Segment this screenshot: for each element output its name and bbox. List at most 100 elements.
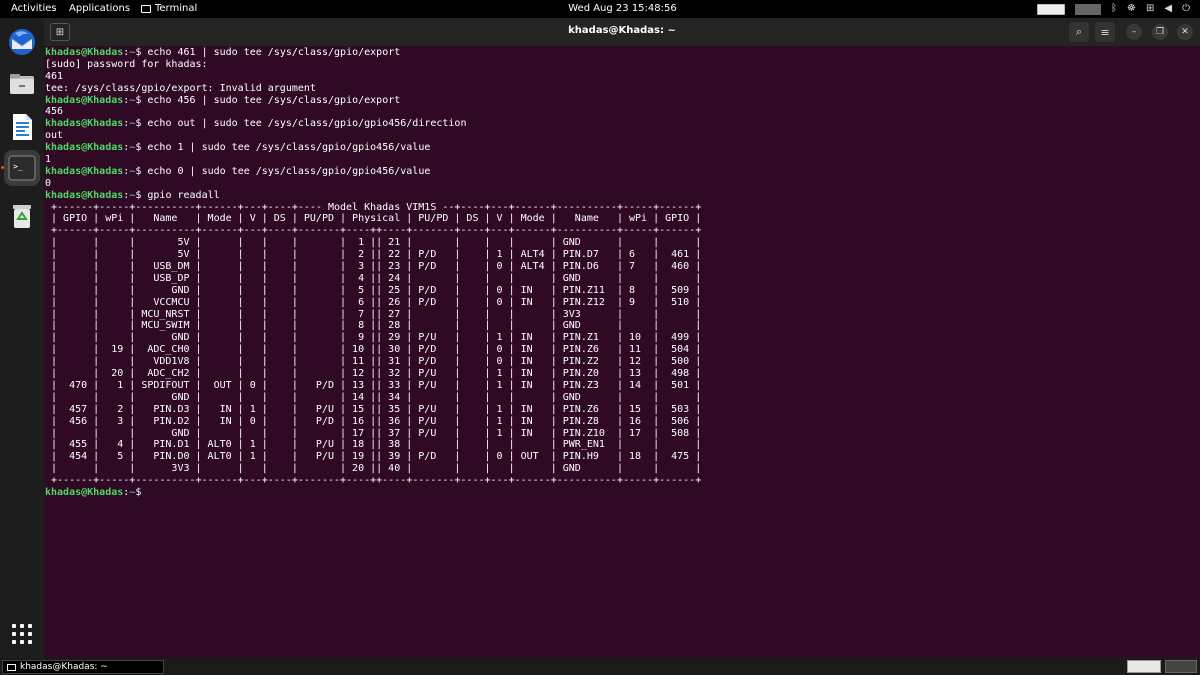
menu-icon: ≡: [1100, 25, 1110, 39]
workspace-2[interactable]: [1165, 660, 1197, 673]
running-indicator: [1, 166, 4, 169]
command-text: echo 456 | sudo tee /sys/class/gpio/expo…: [147, 94, 401, 106]
output-line: 0: [45, 177, 52, 189]
output-line: | | | GND | | | | | 14 || 34 | | | | | G…: [45, 391, 702, 403]
output-line: | 454 | 5 | PIN.D0 | ALT0 | 1 | | P/U | …: [45, 451, 702, 463]
output-line: | | | 3V3 | | | | | 20 || 40 | | | | | G…: [45, 463, 702, 475]
output-line: | | | MCU_NRST | | | | | 7 || 27 | | | |…: [45, 308, 702, 320]
terminal-app-icon: >_: [8, 155, 36, 181]
thunderbird-icon: [9, 29, 35, 55]
prompt-path: ~: [129, 486, 136, 498]
prompt-user: khadas@Khadas: [45, 47, 124, 58]
output-line: [sudo] password for khadas:: [45, 58, 208, 70]
output-line: | | | GND | | | | | 9 || 29 | P/U | | 1 …: [45, 332, 702, 344]
prompt-line: khadas@Khadas:~$ echo out | sudo tee /sy…: [45, 118, 467, 130]
workspace-indicator-icon[interactable]: [1037, 3, 1066, 15]
command-text: echo 0 | sudo tee /sys/class/gpio/gpio45…: [147, 165, 431, 177]
minimize-button[interactable]: –: [1124, 22, 1144, 42]
output-line: 1: [45, 154, 52, 166]
search-icon: ⌕: [1075, 25, 1083, 38]
bluetooth-icon[interactable]: ᛒ: [1111, 3, 1117, 15]
prompt-path: ~: [129, 47, 136, 58]
output-line: | | | MCU_SWIM | | | | | 8 || 28 | | | |…: [45, 320, 702, 332]
volume-icon[interactable]: ◀: [1164, 3, 1172, 15]
close-button[interactable]: ✕: [1175, 22, 1195, 42]
clock[interactable]: Wed Aug 23 15:48:56: [0, 3, 1200, 15]
prompt-line: khadas@Khadas:~$ echo 1 | sudo tee /sys/…: [45, 142, 431, 154]
prompt-line: khadas@Khadas:~$: [45, 486, 148, 498]
output-line: | 455 | 4 | PIN.D1 | ALT0 | 1 | | P/U | …: [45, 439, 702, 451]
command-text: echo 1 | sudo tee /sys/class/gpio/gpio45…: [147, 142, 431, 154]
output-line: | | | 5V | | | | | 1 || 21 | | | | | GND…: [45, 237, 702, 249]
command-text: echo out | sudo tee /sys/class/gpio/gpio…: [147, 118, 467, 130]
output-line: | | | GND | | | | | 17 || 37 | P/U | | 1…: [45, 427, 702, 439]
output-line: | 470 | 1 | SPDIFOUT | OUT | 0 | | P/D |…: [45, 379, 702, 391]
terminal-output[interactable]: khadas@Khadas:~$ echo 461 | sudo tee /sy…: [45, 47, 1195, 652]
output-line: +------+-----+----------+------+---+----…: [45, 475, 702, 487]
output-line: | | | 5V | | | | | 2 || 22 | P/D | | 1 |…: [45, 249, 702, 261]
power-icon[interactable]: ⏻: [1182, 3, 1190, 15]
output-line: +------+-----+----------+------+---+----…: [45, 225, 702, 237]
output-line: | 457 | 2 | PIN.D3 | IN | 1 | | P/U | 15…: [45, 403, 702, 415]
top-bar: Activities Applications Terminal Wed Aug…: [0, 0, 1200, 18]
output-line: | | 20 | ADC_CH2 | | | | | 12 || 32 | P/…: [45, 368, 702, 380]
minimize-icon: –: [1126, 24, 1142, 40]
output-line: tee: /sys/class/gpio/export: Invalid arg…: [45, 82, 316, 94]
prompt-user: khadas@Khadas: [45, 94, 124, 106]
prompt-path: ~: [129, 189, 136, 201]
output-line: | | | GND | | | | | 5 || 25 | P/D | | 0 …: [45, 284, 702, 296]
output-line: | GPIO | wPi | Name | Mode | V | DS | PU…: [45, 213, 702, 225]
input-indicator-icon[interactable]: [1075, 3, 1102, 15]
restore-icon: ❐: [1152, 24, 1168, 40]
output-line: | 456 | 3 | PIN.D2 | IN | 0 | | P/D | 16…: [45, 415, 702, 427]
prompt-path: ~: [129, 94, 136, 106]
svg-text:>_: >_: [13, 162, 23, 171]
window-title: khadas@Khadas: ~: [568, 25, 676, 36]
dock-libreoffice-writer[interactable]: [4, 109, 40, 145]
system-tray[interactable]: ᛒ ☸ ⊞ ◀ ⏻: [1037, 3, 1190, 15]
prompt-line: khadas@Khadas:~$ echo 456 | sudo tee /sy…: [45, 94, 401, 106]
dock-thunderbird[interactable]: [4, 24, 40, 60]
prompt-path: ~: [129, 118, 136, 130]
search-button[interactable]: ⌕: [1069, 22, 1089, 42]
dock-files[interactable]: [4, 66, 40, 102]
prompt-path: ~: [129, 142, 136, 154]
output-line: +------+-----+----------+------+---+----…: [45, 201, 702, 213]
prompt-path: ~: [129, 165, 136, 177]
output-line: | | | VCCMCU | | | | | 6 || 26 | P/D | |…: [45, 296, 702, 308]
window-titlebar[interactable]: ⊞ khadas@Khadas: ~ ⌕ ≡ – ❐ ✕: [44, 18, 1200, 46]
command-text: gpio readall: [147, 189, 220, 201]
trash-icon: [13, 205, 31, 228]
maximize-button[interactable]: ❐: [1150, 22, 1170, 42]
terminal-window: ⊞ khadas@Khadas: ~ ⌕ ≡ – ❐ ✕ khadas@Khad…: [44, 18, 1200, 658]
output-line: | | 19 | ADC_CH0 | | | | | 10 || 30 | P/…: [45, 344, 702, 356]
taskbar-item-terminal[interactable]: khadas@Khadas: ~: [2, 660, 164, 674]
prompt-user: khadas@Khadas: [45, 142, 124, 154]
dock-terminal[interactable]: >_: [4, 150, 40, 186]
output-line: 456: [45, 106, 64, 118]
output-line: | | | USB_DM | | | | | 3 || 23 | P/D | |…: [45, 261, 702, 273]
show-apps-grid-icon[interactable]: [12, 624, 32, 644]
prompt-line: khadas@Khadas:~$ echo 461 | sudo tee /sy…: [45, 47, 401, 58]
prompt-user: khadas@Khadas: [45, 165, 124, 177]
prompt-line: khadas@Khadas:~$ echo 0 | sudo tee /sys/…: [45, 165, 431, 177]
bottom-taskbar: khadas@Khadas: ~: [0, 658, 1200, 675]
network-icon[interactable]: ⊞: [1146, 3, 1154, 15]
hamburger-menu-button[interactable]: ≡: [1095, 22, 1115, 42]
dock: >_: [0, 18, 44, 658]
terminal-icon: [7, 663, 16, 671]
writer-document-icon: [13, 114, 32, 140]
taskbar-item-label: khadas@Khadas: ~: [20, 662, 108, 672]
dock-trash[interactable]: [4, 198, 40, 234]
output-line: out: [45, 130, 64, 142]
prompt-line: khadas@Khadas:~$ gpio readall: [45, 189, 220, 201]
prompt-user: khadas@Khadas: [45, 486, 124, 498]
output-line: | | | USB_DP | | | | | 4 || 24 | | | | |…: [45, 272, 702, 284]
prompt-user: khadas@Khadas: [45, 189, 124, 201]
files-icon: [10, 74, 34, 94]
accessibility-icon[interactable]: ☸: [1127, 3, 1136, 15]
close-icon: ✕: [1177, 24, 1193, 40]
workspace-1[interactable]: [1127, 660, 1161, 673]
command-text: echo 461 | sudo tee /sys/class/gpio/expo…: [147, 47, 401, 58]
output-line: 461: [45, 70, 64, 82]
